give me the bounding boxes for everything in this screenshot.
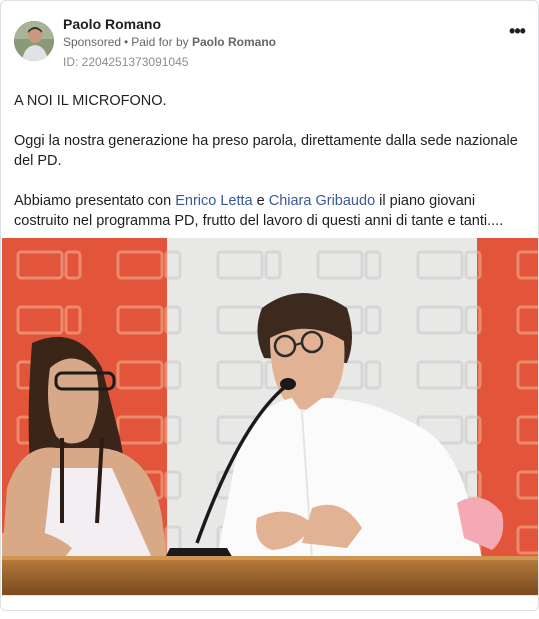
post-photo[interactable] xyxy=(2,238,538,595)
post-text: A NOI IL MICROFONO. Oggi la nostra gener… xyxy=(14,91,529,231)
paid-for-prefix: Paid for by xyxy=(131,35,189,49)
mention-enrico-letta[interactable]: Enrico Letta xyxy=(175,193,252,209)
paragraph-3-and: e xyxy=(252,193,269,209)
ad-id: ID: 2204251373091045 xyxy=(63,55,189,69)
press-conference-image xyxy=(2,238,538,595)
mention-chiara-gribaudo[interactable]: Chiara Gribaudo xyxy=(269,193,375,209)
post-text-paragraph-3: Abbiamo presentato con Enrico Letta e Ch… xyxy=(14,191,529,231)
more-options-icon[interactable]: ••• xyxy=(505,22,529,41)
divider xyxy=(1,595,538,596)
separator-dot: • xyxy=(124,35,129,49)
post-text-line-1: A NOI IL MICROFONO. xyxy=(14,93,167,109)
avatar-image xyxy=(14,21,54,61)
paragraph-3-start: Abbiamo presentato con xyxy=(14,193,176,209)
author-name[interactable]: Paolo Romano xyxy=(63,16,161,32)
post-header: Paolo Romano Sponsored • Paid for by Paolo… xyxy=(14,16,529,71)
payer-name[interactable]: Paolo Romano xyxy=(192,35,276,49)
ad-post-card: Paolo Romano Sponsored • Paid for by Paolo… xyxy=(0,0,539,611)
sponsored-line: Sponsored • Paid for by Paolo Romano xyxy=(63,35,276,49)
post-text-paragraph-2: Oggi la nostra generazione ha preso paro… xyxy=(14,133,518,169)
sponsored-label: Sponsored xyxy=(63,35,122,49)
avatar[interactable] xyxy=(14,21,54,61)
